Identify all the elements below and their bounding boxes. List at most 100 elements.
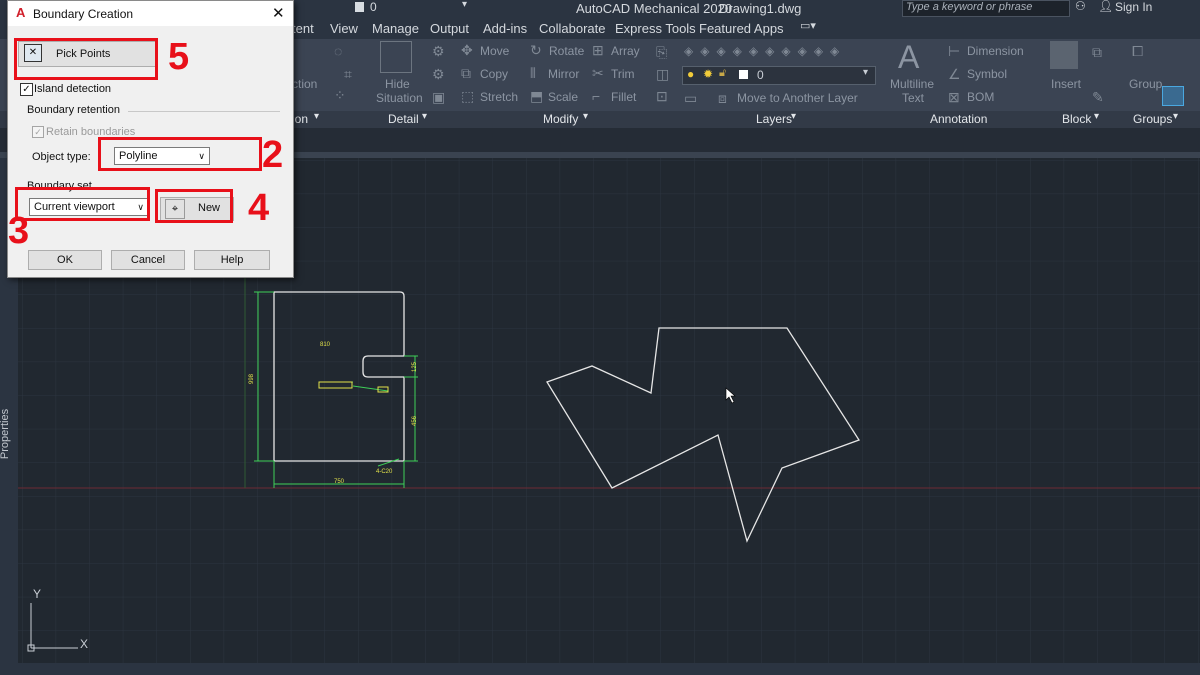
- tab-express-tools[interactable]: Express Tools: [615, 21, 696, 36]
- layer-dropdown-value[interactable]: 0: [370, 0, 377, 14]
- layer-swatch-icon[interactable]: [355, 2, 364, 12]
- fillet-button[interactable]: Fillet: [611, 90, 636, 104]
- chevron-down-icon[interactable]: ▾: [314, 111, 319, 122]
- layer-match-icon[interactable]: ▭: [684, 90, 697, 107]
- panel-groups-label[interactable]: Groups: [1133, 112, 1172, 126]
- panel-action-label[interactable]: ion: [292, 112, 308, 126]
- box-icon[interactable]: ▣: [432, 89, 445, 106]
- ucs-x-label: X: [80, 637, 88, 651]
- tab-output[interactable]: Output: [430, 21, 469, 36]
- gear-icon[interactable]: ⚙: [432, 43, 445, 60]
- tab-content[interactable]: tent: [292, 21, 314, 36]
- symbol-icon[interactable]: ∠: [948, 66, 961, 83]
- group-icon[interactable]: ⧠: [1132, 43, 1143, 60]
- dimension-icon[interactable]: ⊢: [948, 43, 960, 60]
- sun-icon: ✹: [703, 67, 714, 81]
- bom-icon[interactable]: ⊠: [948, 89, 960, 106]
- dots-icon[interactable]: ⁘: [334, 87, 346, 104]
- move-icon[interactable]: ✥: [461, 42, 473, 59]
- help-button[interactable]: Help: [194, 250, 270, 270]
- panel-block-label[interactable]: Block: [1062, 112, 1091, 126]
- move-button[interactable]: Move: [480, 44, 509, 58]
- stretch-button[interactable]: Stretch: [480, 90, 518, 104]
- panel-modify-label[interactable]: Modify: [543, 112, 578, 126]
- autocad-logo-icon: A: [16, 5, 26, 20]
- scale-button[interactable]: Scale: [548, 90, 578, 104]
- search-field[interactable]: Type a keyword or phrase: [902, 0, 1070, 17]
- hide-situation-label-2[interactable]: Situation: [376, 91, 423, 105]
- layer-current-value: 0: [757, 68, 764, 82]
- bom-button[interactable]: BOM: [967, 90, 994, 104]
- tab-manage[interactable]: Manage: [372, 21, 419, 36]
- boundary-retention-header: Boundary retention: [27, 104, 120, 116]
- callout-box-2: [98, 137, 262, 171]
- offset-icon[interactable]: ◫: [656, 66, 669, 83]
- rotate-icon[interactable]: ↻: [530, 42, 542, 59]
- tab-featured-apps[interactable]: Featured Apps: [699, 21, 784, 36]
- panel-annotation-label[interactable]: Annotation: [930, 112, 987, 126]
- island-detection-checkbox[interactable]: ✓: [20, 83, 33, 96]
- gear-icon[interactable]: ⚙: [432, 66, 445, 83]
- array-icon[interactable]: ⊞: [592, 42, 604, 59]
- dim-c20: 4-C20: [376, 469, 393, 475]
- insert-button[interactable]: Insert: [1051, 77, 1081, 91]
- circle-icon[interactable]: ◌: [334, 43, 342, 59]
- trim-icon[interactable]: ✂: [592, 65, 604, 82]
- fillet-icon[interactable]: ⌐: [592, 88, 600, 104]
- insert-block-icon[interactable]: [1050, 41, 1078, 69]
- chevron-down-icon[interactable]: ▾: [1094, 111, 1099, 122]
- tab-collaborate[interactable]: Collaborate: [539, 21, 606, 36]
- panel-layers-label[interactable]: Layers: [756, 112, 792, 126]
- ucs-y-label: Y: [33, 587, 41, 601]
- scale-icon[interactable]: ⬒: [530, 88, 543, 105]
- callout-box-4: [155, 189, 233, 223]
- chevron-down-icon[interactable]: ▾: [791, 111, 796, 122]
- panel-detail-label[interactable]: Detail: [388, 112, 419, 126]
- retain-boundaries-checkbox[interactable]: ✓: [32, 126, 44, 138]
- chevron-down-icon: ▾: [863, 67, 869, 78]
- chevron-down-icon[interactable]: ▾: [1173, 111, 1178, 122]
- sign-in-link[interactable]: Sign In: [1115, 0, 1152, 14]
- hide-situation-label[interactable]: Hide: [385, 77, 410, 91]
- extend-icon[interactable]: ⎘: [656, 44, 667, 61]
- layer-state-icon[interactable]: ⧈: [718, 90, 727, 107]
- multiline-text-label-2[interactable]: Text: [902, 91, 924, 105]
- mirror-icon[interactable]: ⫴: [530, 65, 536, 82]
- chevron-down-icon[interactable]: ▾: [583, 111, 588, 122]
- array-button[interactable]: Array: [611, 44, 640, 58]
- tab-view[interactable]: View: [330, 21, 358, 36]
- cancel-button[interactable]: Cancel: [111, 250, 185, 270]
- stretch-icon[interactable]: ⬚: [461, 88, 474, 105]
- copy-icon[interactable]: ⧉: [461, 65, 471, 82]
- dimension-button[interactable]: Dimension: [967, 44, 1024, 58]
- rotate-button[interactable]: Rotate: [549, 44, 584, 58]
- grid-icon[interactable]: ⌗: [344, 66, 352, 83]
- chevron-down-icon[interactable]: ▾: [422, 111, 427, 122]
- chevron-down-icon[interactable]: ▾: [462, 0, 467, 10]
- ok-button[interactable]: OK: [28, 250, 102, 270]
- explode-icon[interactable]: ⊡: [656, 88, 668, 105]
- mirror-button[interactable]: Mirror: [548, 67, 579, 81]
- multiline-text-label[interactable]: Multiline: [890, 77, 934, 91]
- binoculars-icon[interactable]: ⚇: [1075, 0, 1086, 13]
- group-button[interactable]: Group: [1129, 77, 1162, 91]
- action-label[interactable]: ction: [292, 77, 317, 91]
- layer-tools-icons[interactable]: ◈◈◈◈◈◈◈◈◈◈: [684, 44, 846, 58]
- dialog-titlebar[interactable]: A Boundary Creation ✕: [8, 1, 293, 26]
- block-tools-icon[interactable]: ⧉: [1092, 44, 1102, 61]
- hide-situation-icon[interactable]: [380, 41, 412, 73]
- group-select-icon[interactable]: [1162, 86, 1184, 106]
- move-to-another-layer-button[interactable]: Move to Another Layer: [737, 91, 858, 105]
- tab-add-ins[interactable]: Add-ins: [483, 21, 527, 36]
- trim-button[interactable]: Trim: [611, 67, 635, 81]
- copy-button[interactable]: Copy: [480, 67, 508, 81]
- block-edit-icon[interactable]: ✎: [1092, 89, 1104, 106]
- dim-456: 456: [412, 415, 418, 426]
- user-icon[interactable]: 👤︎: [1098, 0, 1113, 13]
- ribbon-toggle-icon[interactable]: ▭▾: [800, 19, 816, 32]
- properties-palette-label[interactable]: Properties: [0, 409, 11, 459]
- symbol-button[interactable]: Symbol: [967, 67, 1007, 81]
- layer-dropdown[interactable]: ● ✹ 🔓︎ 0 ▾: [682, 66, 876, 85]
- multiline-text-icon[interactable]: A: [898, 39, 919, 76]
- close-icon[interactable]: ✕: [272, 4, 285, 22]
